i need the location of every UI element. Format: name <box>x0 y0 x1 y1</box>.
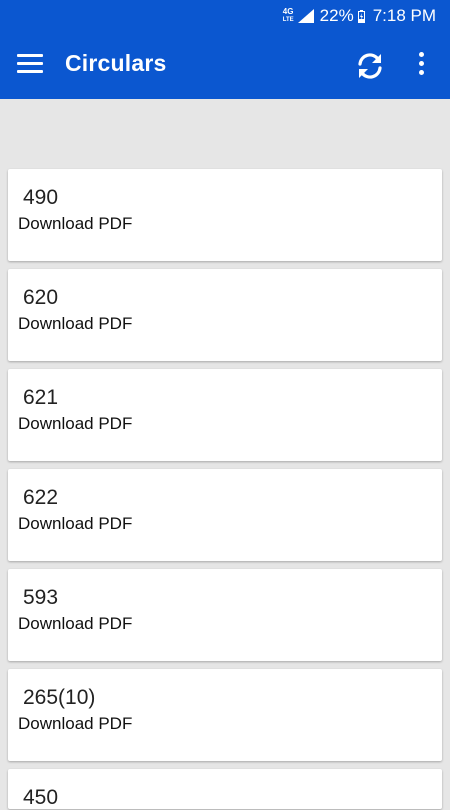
circular-number: 450 <box>23 786 59 809</box>
circular-number: 490 <box>23 186 59 209</box>
circular-number: 620 <box>23 286 59 309</box>
network-subtype: LTE <box>282 17 294 23</box>
circular-card[interactable]: 490 Download PDF <box>8 169 442 261</box>
network-type: 4G <box>282 7 294 16</box>
download-pdf-link[interactable]: Download PDF <box>18 314 132 334</box>
circular-number: 593 <box>23 586 59 609</box>
circular-card[interactable]: 450 <box>8 769 442 809</box>
download-pdf-link[interactable]: Download PDF <box>18 614 132 634</box>
refresh-icon[interactable] <box>354 50 386 82</box>
circular-number: 265(10) <box>23 686 96 709</box>
download-pdf-link[interactable]: Download PDF <box>18 414 132 434</box>
battery-percent: 22% <box>319 6 354 25</box>
more-vert-icon[interactable] <box>416 52 426 80</box>
download-pdf-link[interactable]: Download PDF <box>18 714 132 734</box>
download-pdf-link[interactable]: Download PDF <box>18 514 132 534</box>
circular-number: 622 <box>23 486 59 509</box>
circular-number: 621 <box>23 386 59 409</box>
clock: 7:18 PM <box>372 6 436 25</box>
circular-card[interactable]: 265(10) Download PDF <box>8 669 442 761</box>
circular-card[interactable]: 593 Download PDF <box>8 569 442 661</box>
circular-card[interactable]: 621 Download PDF <box>8 369 442 461</box>
network-indicator: 4G LTE <box>283 8 294 24</box>
app-bar: Circulars <box>0 32 450 99</box>
status-bar: 4G LTE 22% 7:18 PM <box>0 0 450 32</box>
hamburger-menu-icon[interactable] <box>17 54 43 74</box>
circular-card[interactable]: 620 Download PDF <box>8 269 442 361</box>
page-title: Circulars <box>65 50 167 76</box>
signal-icon <box>297 9 314 23</box>
battery-charging-icon <box>357 9 365 23</box>
circular-card[interactable]: 622 Download PDF <box>8 469 442 561</box>
download-pdf-link[interactable]: Download PDF <box>18 214 132 234</box>
